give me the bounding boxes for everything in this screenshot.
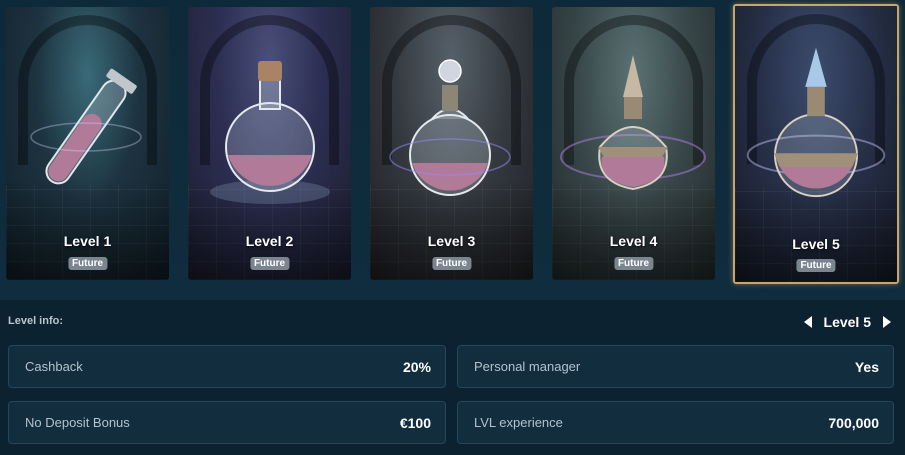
status-badge: Future [67, 257, 108, 270]
level-card-3[interactable]: Level 3 Future [370, 7, 533, 280]
prev-level-button[interactable] [802, 314, 816, 330]
stat-cashback: Cashback 20% [8, 345, 446, 388]
level-card-1[interactable]: Level 1 Future [6, 7, 169, 280]
status-badge: Future [249, 257, 290, 270]
stat-value: Yes [854, 358, 879, 375]
level-card-2[interactable]: Level 2 Future [188, 7, 351, 280]
round-flask-potion-icon [210, 61, 330, 204]
stat-label: No Deposit Bonus [25, 415, 130, 430]
level-card-5-selected[interactable]: Level 5 Future [733, 4, 899, 284]
stat-value: €100 [399, 414, 431, 431]
level-info-label: Level info: [8, 315, 64, 327]
stat-label: Cashback [25, 359, 83, 374]
status-badge: Future [796, 259, 836, 272]
level-navigator: Level 5 [802, 314, 893, 330]
stat-value: 700,000 [828, 414, 879, 431]
chevron-right-icon [882, 316, 891, 328]
stat-label: Personal manager [474, 359, 581, 374]
crystal-flask-potion-icon [746, 47, 886, 198]
chevron-left-icon [804, 316, 813, 328]
current-level-label: Level 5 [823, 314, 871, 330]
level-name: Level 4 [609, 233, 658, 249]
level-name: Level 5 [792, 236, 840, 252]
status-badge: Future [613, 257, 654, 270]
ornate-flask-potion-icon [560, 55, 706, 191]
level-name: Level 2 [245, 233, 294, 249]
stat-label: LVL experience [474, 415, 563, 430]
stat-value: 20% [402, 358, 431, 375]
level-cards: Level 1 Future Level 2 Future Level 3 Fu… [0, 0, 905, 285]
stat-no-deposit-bonus: No Deposit Bonus €100 [8, 401, 446, 444]
level-name: Level 3 [427, 233, 476, 249]
stat-lvl-experience: LVL experience 700,000 [457, 401, 894, 444]
level-name: Level 1 [63, 233, 112, 249]
level-card-4[interactable]: Level 4 Future [552, 7, 715, 280]
orb-flask-potion-icon [389, 59, 511, 196]
status-badge: Future [431, 257, 472, 270]
test-tube-potion-icon [30, 68, 142, 185]
next-level-button[interactable] [879, 314, 893, 330]
stat-personal-manager: Personal manager Yes [457, 345, 894, 388]
